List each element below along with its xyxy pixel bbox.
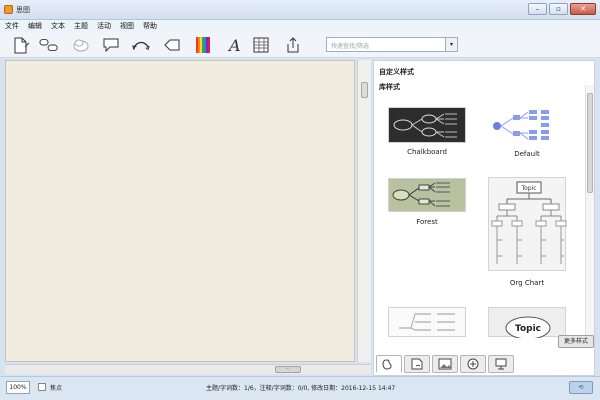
mindmap-canvas[interactable] [5,60,355,362]
panel-scrollbar[interactable] [585,85,594,347]
presentation-icon [495,358,507,370]
custom-styles-heading: 自定义样式 [379,68,414,76]
menu-topic[interactable]: 主题 [69,20,92,32]
style-panel: 自定义样式 库样式 Chalkboard Default Forest Topi… [373,60,595,376]
menu-file[interactable]: 文件 [0,20,23,32]
style-label-default: Default [514,150,540,158]
status-bar: 100% 焦点 主题/字词数：1/6，注释/字词数：0/0, 修改日期：2016… [0,376,600,400]
canvas-vertical-scrollbar[interactable] [357,60,371,362]
panel-scroll-thumb[interactable] [587,93,593,193]
callout-icon[interactable] [100,35,122,55]
menu-edit[interactable]: 编辑 [23,20,46,32]
status-action-icon[interactable]: ⟲ [569,381,593,394]
status-info: 主题/字词数：1/6，注释/字词数：0/0, 修改日期：2016-12-15 1… [206,385,396,392]
tab-markers[interactable] [460,355,486,373]
topic-icon[interactable] [38,35,60,55]
menu-bar: 文件 编辑 文本 主题 活动 视图 帮助 [0,20,600,32]
style-label-chalkboard: Chalkboard [407,148,447,156]
window-title: 思图 [16,6,30,14]
tab-styles[interactable] [376,355,402,373]
table-icon[interactable] [250,35,272,55]
image-icon [438,358,452,370]
focus-label: 焦点 [50,385,63,392]
new-doc-icon[interactable] [10,35,32,55]
toolbar: A [0,32,600,58]
menu-text[interactable]: 文本 [46,20,69,32]
horizontal-scroll-thumb[interactable]: ⋯ [275,366,301,373]
vertical-scroll-thumb[interactable] [361,82,368,98]
menu-view[interactable]: 视图 [115,20,138,32]
style-label-org-chart: Org Chart [509,279,545,287]
menu-activity[interactable]: 活动 [92,20,115,32]
title-bar: 思图 – ▫ ✕ [0,0,600,20]
relationship-icon[interactable] [130,35,152,55]
minimize-button[interactable]: – [528,3,547,15]
tab-clipart[interactable] [404,355,430,373]
boundary-icon[interactable] [160,35,182,55]
library-styles-heading: 库样式 [379,83,400,91]
style-thumb-6[interactable]: Topic [488,307,566,340]
panel-tabs [376,355,526,373]
marker-icon [467,358,479,370]
svg-text:A: A [227,36,241,54]
tab-presentation[interactable] [488,355,514,373]
app-logo-icon [4,5,13,14]
font-icon[interactable]: A [222,35,244,55]
search-input[interactable]: 快速查找/筛选 ▾ [326,37,458,52]
export-icon[interactable] [282,35,304,55]
style-thumb-org-chart[interactable]: Topic [488,177,567,271]
style-thumb-default[interactable] [488,107,566,143]
clipart-icon [411,358,423,370]
org-topic-text: Topic [520,185,536,192]
style-label-forest: Forest [416,218,438,226]
style-thumb-forest[interactable] [388,178,466,212]
more-styles-button[interactable]: 更多样式 [558,335,594,348]
style6-topic-text: Topic [515,324,541,334]
subtopic-icon[interactable] [70,35,92,55]
close-button[interactable]: ✕ [570,3,596,15]
focus-checkbox[interactable] [38,383,46,391]
canvas-horizontal-scrollbar[interactable]: ⋯ [5,364,371,374]
search-dropdown-button[interactable]: ▾ [445,38,457,51]
tab-images[interactable] [432,355,458,373]
maximize-button[interactable]: ▫ [549,3,568,15]
menu-help[interactable]: 帮助 [138,20,161,32]
color-palette-icon[interactable] [192,35,214,55]
paint-icon [382,359,392,370]
zoom-level[interactable]: 100% [6,381,30,394]
search-placeholder: 快速查找/筛选 [331,43,370,50]
style-thumb-5[interactable] [388,307,466,337]
style-thumb-chalkboard[interactable] [388,107,466,143]
